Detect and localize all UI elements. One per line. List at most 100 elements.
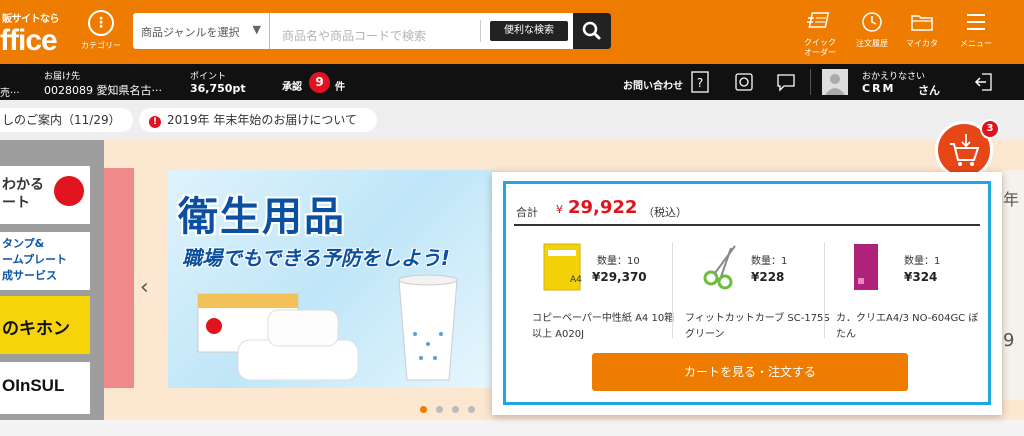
total-label: 合計	[516, 206, 538, 219]
right-banner[interactable]: 年 9	[1003, 170, 1024, 400]
left-fragment: 売···	[0, 88, 20, 99]
item-name[interactable]: フィットカットカーブ SC-175S グリーン	[685, 311, 835, 343]
item-name[interactable]: コピーペーパー中性紙 A4 10箱以上 A020J	[532, 311, 682, 343]
right-banner-text: 年	[1003, 190, 1020, 209]
notice-text: しのご案内（11/29）	[2, 113, 121, 127]
carousel-dot[interactable]	[468, 406, 475, 413]
cart-popup-content: 合計 ¥ 29,922 （税込） A4 数量：10 ¥29,370 コピーペーパ…	[503, 181, 991, 405]
convenient-search-button[interactable]: 便利な検索	[490, 21, 568, 41]
copy-paper-icon: A4	[543, 243, 582, 291]
logo-tagline: 販サイトなら	[2, 14, 60, 25]
my-catalog-label: マイカタ	[906, 39, 938, 48]
cart-item[interactable]: 数量：1 ¥324 カ．クリエA4/3 NO-604GC ぼたん	[832, 236, 987, 346]
notice-item[interactable]: しのご案内（11/29）	[0, 108, 133, 132]
carousel-dot[interactable]	[436, 406, 443, 413]
side-banner[interactable]: タンプ& ームプレート 成サービス	[0, 232, 90, 290]
carousel-dots	[420, 398, 484, 417]
item-price: ¥228	[751, 270, 785, 284]
carousel-dot[interactable]	[452, 406, 459, 413]
notice-item[interactable]: ! 2019年 年末年始のお届けについて	[139, 108, 377, 132]
side-banner[interactable]: OInSUL	[0, 362, 90, 414]
search-input[interactable]	[270, 13, 480, 49]
item-quantity: 数量：1	[904, 256, 941, 267]
checkout-button[interactable]: カートを見る・注文する	[592, 353, 908, 391]
order-history-icon	[862, 12, 882, 32]
divider	[824, 242, 825, 338]
help-icon[interactable]: ?	[690, 70, 710, 94]
divider	[480, 20, 481, 42]
tax-note: （税込）	[643, 206, 687, 219]
menu-label: メニュー	[960, 39, 992, 48]
banner-strip	[104, 168, 134, 388]
category-button[interactable]: ⋮ カテゴリー	[78, 10, 124, 56]
quick-order-label: クイック オーダー	[804, 38, 836, 57]
quick-order-button[interactable]: クイック オーダー	[800, 10, 840, 58]
logout-icon[interactable]	[973, 71, 995, 93]
slide-subtitle: 職場でもできる予防をしよう!	[182, 246, 450, 270]
tablet-icon[interactable]	[733, 71, 755, 93]
approval-count-badge[interactable]: 9	[309, 72, 330, 93]
contact-label[interactable]: お問い合わせ	[623, 77, 683, 92]
points-label: ポイント	[190, 72, 227, 82]
side-banner[interactable]: わかる ート	[0, 166, 90, 224]
search-button[interactable]	[573, 13, 611, 49]
total-currency: ¥	[556, 203, 563, 216]
order-history-label: 注文履歴	[856, 39, 888, 48]
delivery-label: お届け先	[44, 72, 81, 82]
side-banner-text: わかる ート	[2, 177, 44, 211]
my-catalog-button[interactable]: マイカタ	[902, 10, 942, 49]
alert-icon: !	[149, 116, 161, 128]
item-name[interactable]: カ．クリエA4/3 NO-604GC ぼたん	[836, 311, 986, 343]
paper-cup-icon	[398, 274, 458, 381]
hamburger-menu-icon	[967, 14, 985, 30]
carousel-dot[interactable]	[420, 406, 427, 413]
cart-count-badge: 3	[980, 119, 1000, 139]
search-bar: 商品ジャンルを選択 ▼ 便利な検索	[133, 13, 611, 49]
item-price: ¥29,370	[592, 270, 647, 284]
carousel-slide[interactable]: 衛生用品 職場でもできる予防をしよう!	[168, 170, 498, 388]
side-banner-text: OInSUL	[2, 376, 65, 395]
user-name[interactable]: CRM	[862, 82, 896, 95]
user-icon	[825, 74, 845, 95]
top-header: 販サイトなら ffice ⋮ カテゴリー 商品ジャンルを選択 ▼ 便利な検索 ク…	[0, 0, 1024, 64]
cart-item[interactable]: 数量：1 ¥228 フィットカットカーブ SC-175S グリーン	[681, 236, 836, 346]
menu-button[interactable]: メニュー	[956, 10, 996, 49]
right-banner-digit: 9	[1003, 330, 1015, 351]
search-icon	[582, 21, 601, 40]
cart-item[interactable]: A4 数量：10 ¥29,370 コピーペーパー中性紙 A4 10箱以上 A02…	[532, 236, 687, 346]
side-banner-column: わかる ート タンプ& ームプレート 成サービス のキホン OInSUL	[0, 140, 104, 420]
svg-text:?: ?	[697, 76, 703, 90]
points-value: 36,750pt	[190, 82, 246, 95]
order-history-button[interactable]: 注文履歴	[852, 10, 892, 49]
item-quantity: 数量：10	[597, 256, 640, 267]
approval-unit: 件	[335, 82, 345, 93]
svg-text:A4: A4	[570, 275, 582, 285]
side-banner[interactable]: のキホン	[0, 296, 90, 354]
total-value: 29,922	[568, 197, 638, 218]
divider	[672, 242, 673, 338]
avatar[interactable]	[822, 69, 848, 95]
carousel-prev-button[interactable]: ‹	[140, 275, 149, 300]
slide-title: 衛生用品	[178, 193, 346, 240]
folder-icon	[911, 15, 933, 31]
item-price: ¥324	[904, 270, 938, 284]
side-banner-text: タンプ& ームプレート 成サービス	[2, 237, 68, 282]
genre-select[interactable]: 商品ジャンルを選択 ▼	[133, 13, 270, 49]
magnifier-icon	[54, 176, 84, 206]
site-logo[interactable]: ffice	[0, 24, 58, 58]
category-label: カテゴリー	[81, 41, 121, 50]
delivery-address[interactable]: 0028089 愛知県名古···	[44, 82, 162, 98]
notice-text: 2019年 年末年始のお届けについて	[167, 113, 357, 127]
approval-label[interactable]: 承認	[282, 78, 302, 93]
quick-order-icon	[807, 12, 830, 28]
genre-select-label: 商品ジャンルを選択	[141, 26, 240, 39]
side-banner-text: のキホン	[2, 319, 70, 339]
divider	[514, 224, 980, 226]
triangle-down-icon: ▼	[252, 23, 261, 36]
item-quantity: 数量：1	[751, 256, 788, 267]
chat-icon[interactable]	[775, 71, 797, 93]
cart-popup: 合計 ¥ 29,922 （税込） A4 数量：10 ¥29,370 コピーペーパ…	[492, 172, 1002, 415]
notice-bar: しのご案内（11/29） ! 2019年 年末年始のお届けについて	[0, 100, 1024, 140]
scissors-icon	[703, 245, 736, 290]
account-bar: 売··· お届け先 0028089 愛知県名古··· ポイント 36,750pt…	[0, 64, 1024, 100]
